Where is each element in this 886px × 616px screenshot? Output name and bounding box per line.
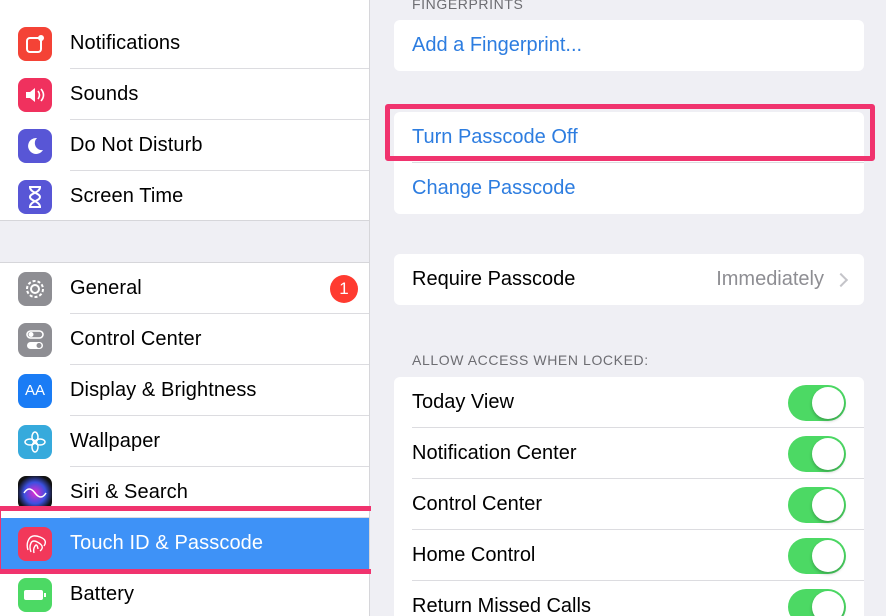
toggle-knob xyxy=(812,386,844,419)
sidebar-item-label: Siri & Search xyxy=(70,481,189,503)
allow-access-card: Today View Notification Center Control C… xyxy=(394,377,864,616)
siri-icon xyxy=(18,475,52,510)
today-view-toggle[interactable] xyxy=(788,384,846,421)
toggle-knob xyxy=(812,437,844,470)
sidebar-item-label: Do Not Disturb xyxy=(70,134,203,156)
switches-icon xyxy=(18,322,52,357)
sidebar-item-battery[interactable]: Battery xyxy=(0,569,369,616)
sidebar-item-label: Notifications xyxy=(70,32,181,54)
sidebar-item-label: Screen Time xyxy=(70,185,184,207)
sidebar-item-label: Display & Brightness xyxy=(70,379,257,401)
toggle-label: Control Center xyxy=(412,493,543,515)
toggle-knob xyxy=(812,488,844,521)
toggle-knob xyxy=(812,590,844,616)
sidebar-item-label: Sounds xyxy=(70,83,139,105)
require-passcode-row[interactable]: Require Passcode Immediately xyxy=(394,254,864,305)
chevron-right-icon xyxy=(833,272,849,287)
add-fingerprint-label: Add a Fingerprint... xyxy=(412,34,583,56)
gear-icon xyxy=(18,271,52,306)
notification-center-toggle[interactable] xyxy=(788,435,846,472)
home-control-row: Home Control xyxy=(394,530,864,581)
notifications-icon xyxy=(18,26,52,61)
sidebar-item-siri-search[interactable]: Siri & Search xyxy=(0,467,369,518)
require-passcode-label: Require Passcode xyxy=(412,268,576,290)
sidebar-item-notifications[interactable]: Notifications xyxy=(0,18,369,69)
sidebar-item-control-center[interactable]: Control Center xyxy=(0,314,369,365)
display-icon: AA xyxy=(18,373,52,408)
sidebar-item-label: Battery xyxy=(70,583,135,605)
toggle-label: Home Control xyxy=(412,544,536,566)
change-passcode-button[interactable]: Change Passcode xyxy=(394,163,864,214)
toggle-label: Notification Center xyxy=(412,442,577,464)
fingerprint-icon xyxy=(18,526,52,561)
sidebar-item-display-brightness[interactable]: AA Display & Brightness xyxy=(0,365,369,416)
passcode-settings-panel: FINGERPRINTS Add a Fingerprint... Turn P… xyxy=(371,0,886,616)
change-passcode-label: Change Passcode xyxy=(412,177,576,199)
sounds-icon xyxy=(18,77,52,112)
moon-icon xyxy=(18,128,52,163)
sidebar-group-2: General 1 Control Center AA Display & Br… xyxy=(0,262,369,616)
sidebar-item-wallpaper[interactable]: Wallpaper xyxy=(0,416,369,467)
turn-passcode-off-label: Turn Passcode Off xyxy=(412,126,578,148)
fingerprints-header: FINGERPRINTS xyxy=(412,0,524,12)
flower-icon xyxy=(18,424,52,459)
return-missed-calls-toggle[interactable] xyxy=(788,588,846,616)
sidebar-item-label: Touch ID & Passcode xyxy=(70,532,264,554)
toggle-knob xyxy=(812,539,844,572)
settings-sidebar: Notifications Sounds Do Not Disturb Scre… xyxy=(0,0,370,616)
turn-passcode-off-button[interactable]: Turn Passcode Off xyxy=(394,112,864,163)
control-center-row: Control Center xyxy=(394,479,864,530)
toggle-label: Today View xyxy=(412,391,514,413)
sidebar-item-touch-id-passcode[interactable]: Touch ID & Passcode xyxy=(0,518,369,569)
control-center-toggle[interactable] xyxy=(788,486,846,523)
notification-center-row: Notification Center xyxy=(394,428,864,479)
sidebar-item-screen-time[interactable]: Screen Time xyxy=(0,171,369,222)
battery-icon xyxy=(18,577,52,612)
passcode-card: Turn Passcode Off Change Passcode xyxy=(394,112,864,214)
add-fingerprint-button[interactable]: Add a Fingerprint... xyxy=(394,20,864,71)
sidebar-item-label: General xyxy=(70,277,142,299)
hourglass-icon xyxy=(18,179,52,214)
toggle-label: Return Missed Calls xyxy=(412,595,591,616)
sidebar-item-sounds[interactable]: Sounds xyxy=(0,69,369,120)
sidebar-item-do-not-disturb[interactable]: Do Not Disturb xyxy=(0,120,369,171)
sidebar-item-general[interactable]: General 1 xyxy=(0,263,369,314)
sidebar-item-label: Control Center xyxy=(70,328,202,350)
sidebar-item-label: Wallpaper xyxy=(70,430,161,452)
today-view-row: Today View xyxy=(394,377,864,428)
home-control-toggle[interactable] xyxy=(788,537,846,574)
require-passcode-card: Require Passcode Immediately xyxy=(394,254,864,305)
allow-access-header: ALLOW ACCESS WHEN LOCKED: xyxy=(412,352,649,368)
require-passcode-value: Immediately xyxy=(716,268,824,290)
sidebar-group-1: Notifications Sounds Do Not Disturb Scre… xyxy=(0,0,369,221)
fingerprints-card: Add a Fingerprint... xyxy=(394,20,864,71)
notification-badge: 1 xyxy=(330,274,358,303)
return-missed-calls-row: Return Missed Calls xyxy=(394,581,864,616)
